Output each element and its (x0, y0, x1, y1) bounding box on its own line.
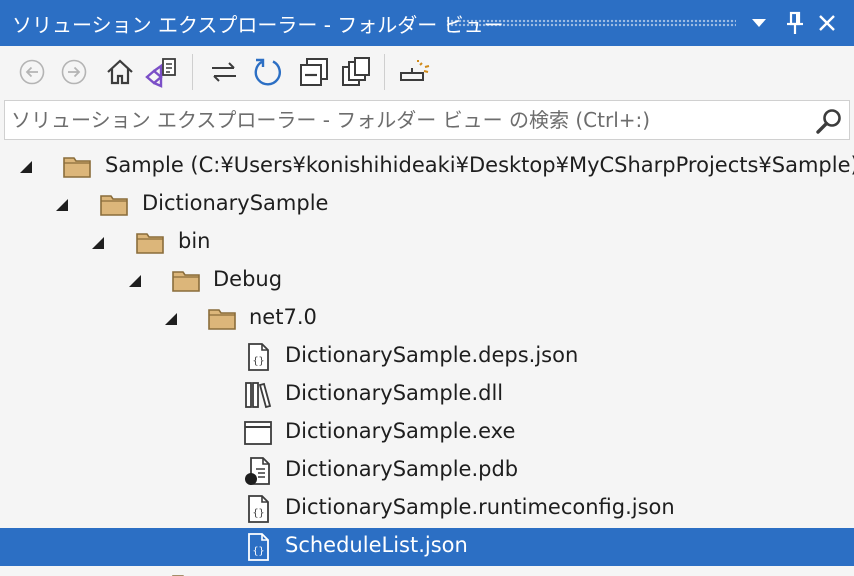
tree-item-label: bin (178, 229, 211, 253)
folder-icon (172, 271, 200, 292)
window-title: ソリューション エクスプローラー - フォルダー ビュー (12, 13, 504, 37)
tree-item-debug[interactable]: Debug (0, 262, 854, 300)
svg-text:{}: {} (252, 356, 264, 367)
folder-icon (136, 233, 164, 254)
search-input[interactable] (11, 101, 801, 139)
home-icon (107, 59, 133, 85)
expanded-arrow-icon[interactable] (18, 159, 34, 175)
refresh-button[interactable] (250, 54, 286, 90)
collapse-all-button[interactable] (296, 54, 332, 90)
tree-item-runtimeconfig-json[interactable]: {} DictionarySample.runtimeconfig.json (0, 490, 854, 528)
folder-icon (63, 157, 91, 178)
title-grip[interactable] (446, 19, 736, 27)
folder-icon (208, 309, 236, 330)
tree-item-pdb[interactable]: DictionarySample.pdb (0, 452, 854, 490)
tree-item-exe[interactable]: DictionarySample.exe (0, 414, 854, 452)
tree-item-label: DictionarySample.deps.json (285, 343, 579, 367)
expanded-arrow-icon[interactable] (54, 197, 70, 213)
sync-button[interactable] (206, 54, 242, 90)
close-button[interactable] (812, 8, 842, 38)
back-icon (19, 59, 45, 85)
svg-text:{}: {} (252, 508, 264, 519)
json-file-icon: {} (248, 533, 269, 561)
tree-item-label: DictionarySample.runtimeconfig.json (285, 495, 675, 519)
tree-item-label: Debug (213, 267, 283, 291)
collapse-all-icon (300, 58, 328, 86)
back-button[interactable] (14, 54, 50, 90)
dll-library-icon (245, 382, 272, 409)
tree-item-label: Sample (C:¥Users¥konishihideaki¥Desktop¥… (105, 153, 854, 177)
switch-views-icon (145, 58, 176, 88)
tree-item-label: DictionarySample.exe (285, 419, 516, 443)
show-all-files-icon (342, 57, 370, 86)
search-box (4, 100, 850, 140)
json-file-icon: {} (248, 495, 269, 523)
tree-item-bin[interactable]: bin (0, 224, 854, 262)
search-icon[interactable] (815, 107, 843, 135)
show-all-files-button[interactable] (338, 54, 374, 90)
forward-icon (61, 59, 87, 85)
title-bar: ソリューション エクスプローラー - フォルダー ビュー (0, 0, 854, 46)
switch-views-button[interactable] (144, 54, 180, 90)
toolbar-separator (192, 54, 193, 90)
properties-icon (400, 60, 430, 81)
properties-button[interactable] (398, 54, 434, 90)
chevron-down-icon (752, 19, 766, 27)
sync-icon (212, 62, 236, 82)
pdb-symbols-icon (245, 457, 270, 485)
toolbar (0, 46, 854, 98)
json-file-icon: {} (248, 343, 269, 371)
tree-item-deps-json[interactable]: {} DictionarySample.deps.json (0, 338, 854, 376)
expanded-arrow-icon[interactable] (163, 311, 179, 327)
tree-item-label: ScheduleList.json (285, 533, 468, 557)
tree-item-dictionarysample[interactable]: DictionarySample (0, 186, 854, 224)
pin-icon (787, 11, 803, 34)
tree-item-label: net7.0 (249, 305, 317, 329)
tree-item-net70[interactable]: net7.0 (0, 300, 854, 338)
forward-button[interactable] (56, 54, 92, 90)
folder-icon (100, 195, 128, 216)
tree-item-label: DictionarySample.dll (285, 381, 504, 405)
expanded-arrow-icon[interactable] (90, 235, 106, 251)
tree-item-dll[interactable]: DictionarySample.dll (0, 376, 854, 414)
toolbar-separator (384, 54, 385, 90)
tree-item-schedulelist-json[interactable]: {} ScheduleList.json (0, 528, 854, 566)
expanded-arrow-icon[interactable] (127, 273, 143, 289)
window-menu-button[interactable] (744, 8, 774, 38)
close-icon (819, 15, 835, 31)
tree-item-partial-folder[interactable] (0, 566, 854, 576)
exe-window-icon (244, 421, 272, 445)
refresh-icon (254, 58, 281, 86)
folder-icon (172, 575, 184, 576)
tree-item-label: DictionarySample.pdb (285, 457, 519, 481)
folder-tree: Sample (C:¥Users¥konishihideaki¥Desktop¥… (0, 148, 854, 576)
home-button[interactable] (102, 54, 138, 90)
tree-item-sample[interactable]: Sample (C:¥Users¥konishihideaki¥Desktop¥… (0, 148, 854, 186)
svg-text:{}: {} (252, 546, 264, 557)
pin-button[interactable] (780, 8, 810, 38)
tree-item-label: DictionarySample (142, 191, 329, 215)
